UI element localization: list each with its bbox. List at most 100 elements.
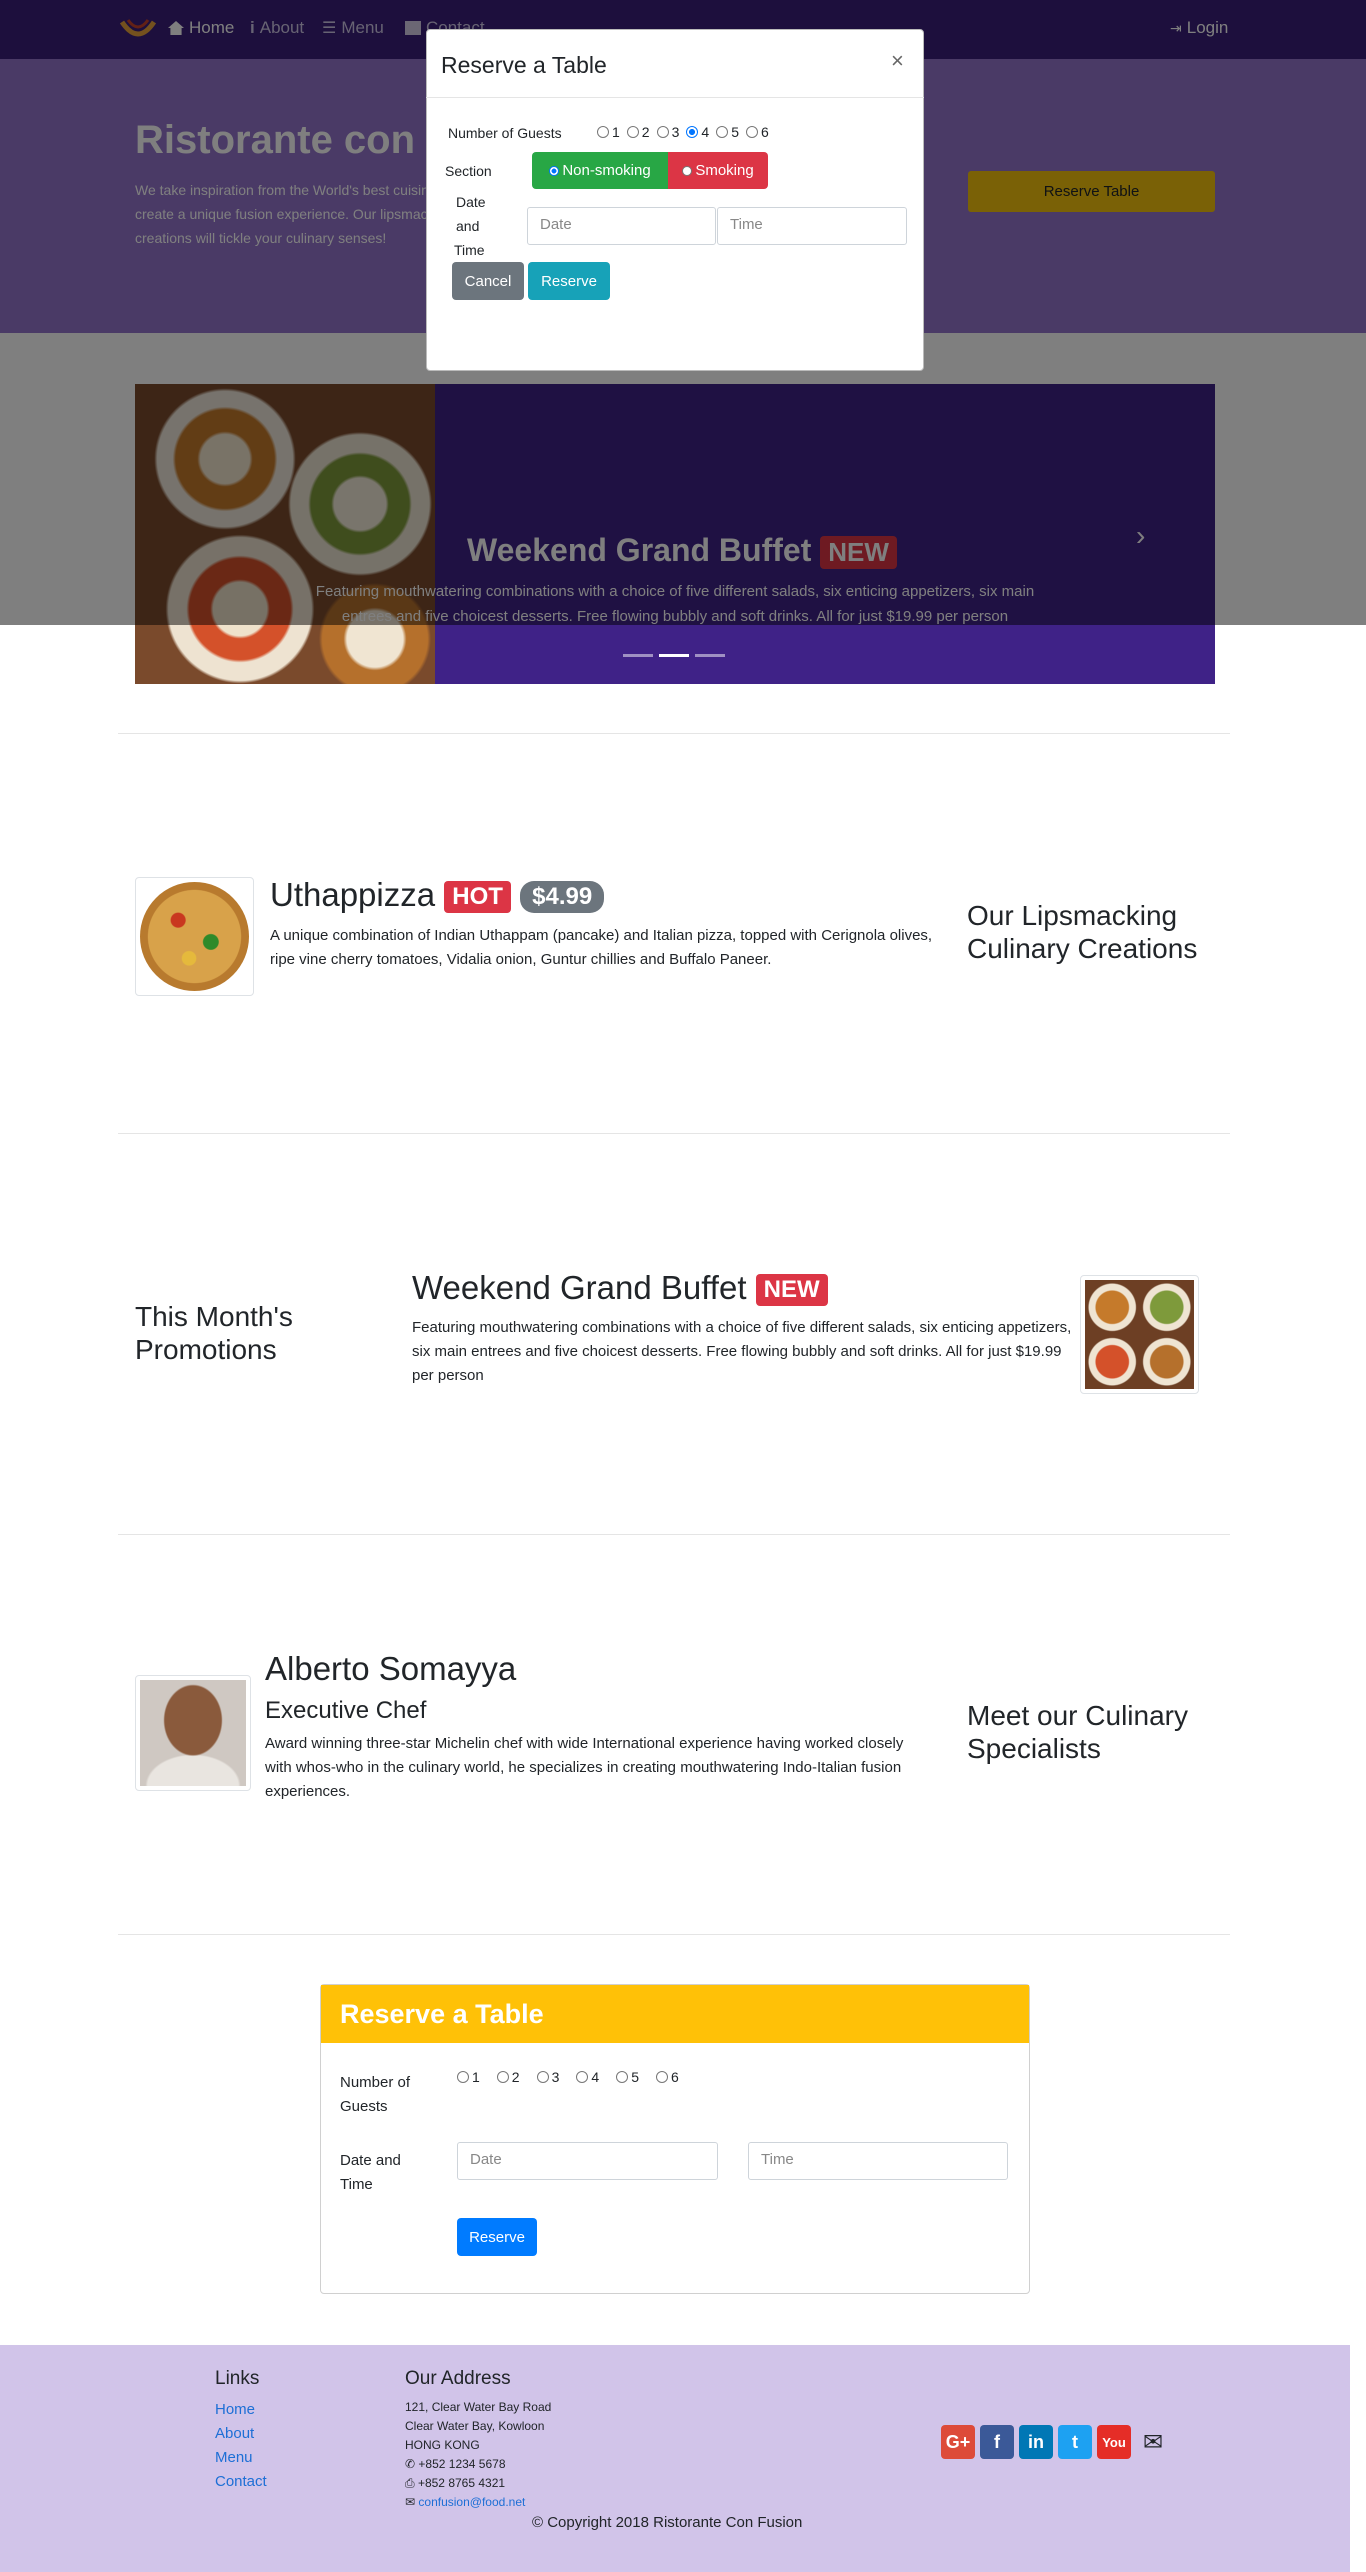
radio-label: 5	[731, 124, 739, 140]
mail-icon[interactable]: ✉	[1136, 2425, 1170, 2459]
modal-guest-radio-6[interactable]: 6	[745, 124, 769, 140]
card-guest-radio-4[interactable]: 4	[576, 2069, 599, 2085]
radio-circle-checked[interactable]	[686, 126, 699, 138]
chef-role: Executive Chef	[265, 1697, 427, 1724]
radio-label: 6	[670, 2069, 679, 2085]
non-smoking-label: Non-smoking	[562, 162, 651, 179]
card-guest-radio-2[interactable]: 2	[496, 2069, 520, 2085]
radio-circle[interactable]	[716, 126, 729, 138]
leader-side-heading-1: Meet our Culinary	[967, 1700, 1188, 1731]
dish-description: A unique combination of Indian Uthappam …	[270, 927, 933, 968]
google-plus-icon[interactable]: G+	[941, 2425, 975, 2459]
dish-title: Uthappizza	[270, 876, 436, 913]
modal-datetime-label-3: Time	[454, 242, 485, 258]
buffet-thumb-image	[1085, 1280, 1194, 1389]
modal-reserve-button[interactable]: Reserve	[528, 262, 610, 300]
radio-circle[interactable]	[457, 2071, 469, 2083]
card-guest-radio-6[interactable]: 6	[655, 2069, 679, 2085]
facebook-icon[interactable]: f	[980, 2425, 1014, 2459]
new-badge: NEW	[755, 1274, 828, 1307]
modal-guest-radio-3[interactable]: 3	[656, 124, 679, 140]
radio-label: 2	[641, 124, 650, 140]
phone-icon: ✆	[405, 2457, 416, 2471]
card-guest-radio-5[interactable]: 5	[616, 2069, 639, 2085]
radio-circle[interactable]	[655, 2071, 668, 2083]
section-divider	[118, 733, 1230, 734]
card-datetime-label-1: Date and	[340, 2152, 401, 2169]
card-time-input[interactable]: Time	[748, 2142, 1008, 2180]
cancel-button[interactable]: Cancel	[452, 262, 524, 300]
radio-label: 4	[591, 2069, 600, 2085]
address-fax: ⎙ +852 8765 4321	[405, 2474, 505, 2493]
promo-title: Weekend Grand Buffet	[412, 1269, 747, 1306]
address-email: ✉ confusion@food.net	[405, 2493, 525, 2512]
close-icon[interactable]: ×	[891, 48, 904, 74]
promo-description: Featuring mouthwatering combinations wit…	[412, 1319, 1072, 1384]
modal-date-input[interactable]: Date	[527, 207, 716, 245]
modal-time-input[interactable]: Time	[717, 207, 907, 245]
section-divider	[118, 1934, 1230, 1935]
radio-circle[interactable]	[496, 2071, 509, 2083]
promo-heading: Weekend Grand Buffet NEW	[412, 1269, 828, 1307]
carousel-indicator-1[interactable]	[623, 654, 653, 657]
youtube-icon[interactable]: You	[1097, 2425, 1131, 2459]
modal-divider	[426, 97, 924, 98]
radio-label: 1	[472, 2069, 480, 2085]
radio-circle[interactable]	[597, 126, 609, 138]
chef-description: Award winning three-star Michelin chef w…	[265, 1735, 904, 1800]
non-smoking-radio[interactable]	[549, 165, 560, 176]
smoking-label: Smoking	[695, 162, 754, 179]
radio-label: 2	[511, 2069, 520, 2085]
carousel-indicator-3[interactable]	[695, 654, 725, 657]
smoking-toggle[interactable]: Smoking	[668, 152, 768, 189]
modal-guest-radio-1[interactable]: 1	[597, 124, 620, 140]
twitter-icon[interactable]: t	[1058, 2425, 1092, 2459]
modal-guest-radio-2[interactable]: 2	[626, 124, 650, 140]
modal-guest-radio-5[interactable]: 5	[716, 124, 739, 140]
radio-circle[interactable]	[616, 2071, 629, 2083]
promo-side-heading-1: This Month's	[135, 1301, 293, 1332]
fax-text: +852 8765 4321	[417, 2476, 506, 2490]
modal-section-label: Section	[445, 163, 492, 179]
card-date-input[interactable]: Date	[457, 2142, 718, 2180]
card-guest-radios: 1 2 3 4 5 6	[457, 2069, 686, 2085]
footer-link-menu[interactable]: Menu	[215, 2449, 253, 2466]
footer-link-about[interactable]: About	[215, 2425, 254, 2442]
linkedin-icon[interactable]: in	[1019, 2425, 1053, 2459]
chef-avatar	[140, 1680, 246, 1786]
footer-link-contact[interactable]: Contact	[215, 2473, 267, 2490]
modal-title: Reserve a Table	[441, 52, 607, 78]
modal-datetime-label-1: Date	[456, 194, 486, 210]
radio-circle[interactable]	[626, 126, 639, 138]
address-line-2: Clear Water Bay, Kowloon	[405, 2419, 545, 2433]
promo-side-heading-2: Promotions	[135, 1334, 277, 1365]
radio-label: 1	[612, 124, 620, 140]
carousel-indicator-2[interactable]	[659, 654, 689, 657]
card-guests-label-1: Number of	[340, 2074, 411, 2091]
copyright: © Copyright 2018 Ristorante Con Fusion	[532, 2514, 803, 2531]
modal-guest-radio-4[interactable]: 4	[686, 124, 709, 140]
smoking-radio[interactable]	[682, 165, 693, 176]
card-guest-radio-1[interactable]: 1	[457, 2069, 480, 2085]
radio-label: 6	[760, 124, 769, 140]
modal-guest-radios: 1 2 3 4 5 6	[597, 124, 776, 140]
card-datetime-label-2: Time	[340, 2176, 373, 2193]
radio-circle[interactable]	[745, 126, 758, 138]
reserve-modal	[426, 29, 924, 371]
footer-address-heading: Our Address	[405, 2368, 511, 2389]
radio-circle[interactable]	[576, 2071, 589, 2083]
radio-circle[interactable]	[536, 2071, 549, 2083]
email-link[interactable]: confusion@food.net	[418, 2495, 525, 2509]
radio-label: 5	[631, 2069, 639, 2085]
footer-link-home[interactable]: Home	[215, 2401, 255, 2418]
radio-circle[interactable]	[656, 126, 669, 138]
non-smoking-toggle[interactable]: Non-smoking	[532, 152, 668, 189]
card-guest-radio-3[interactable]: 3	[536, 2069, 560, 2085]
card-reserve-button[interactable]: Reserve	[457, 2218, 537, 2256]
fax-icon: ⎙	[405, 2476, 415, 2490]
hot-badge: HOT	[444, 881, 511, 914]
radio-label: 3	[551, 2069, 560, 2085]
footer-links-heading: Links	[215, 2368, 260, 2389]
modal-datetime-label-2: and	[456, 218, 480, 234]
phone-text: +852 1234 5678	[418, 2457, 506, 2471]
